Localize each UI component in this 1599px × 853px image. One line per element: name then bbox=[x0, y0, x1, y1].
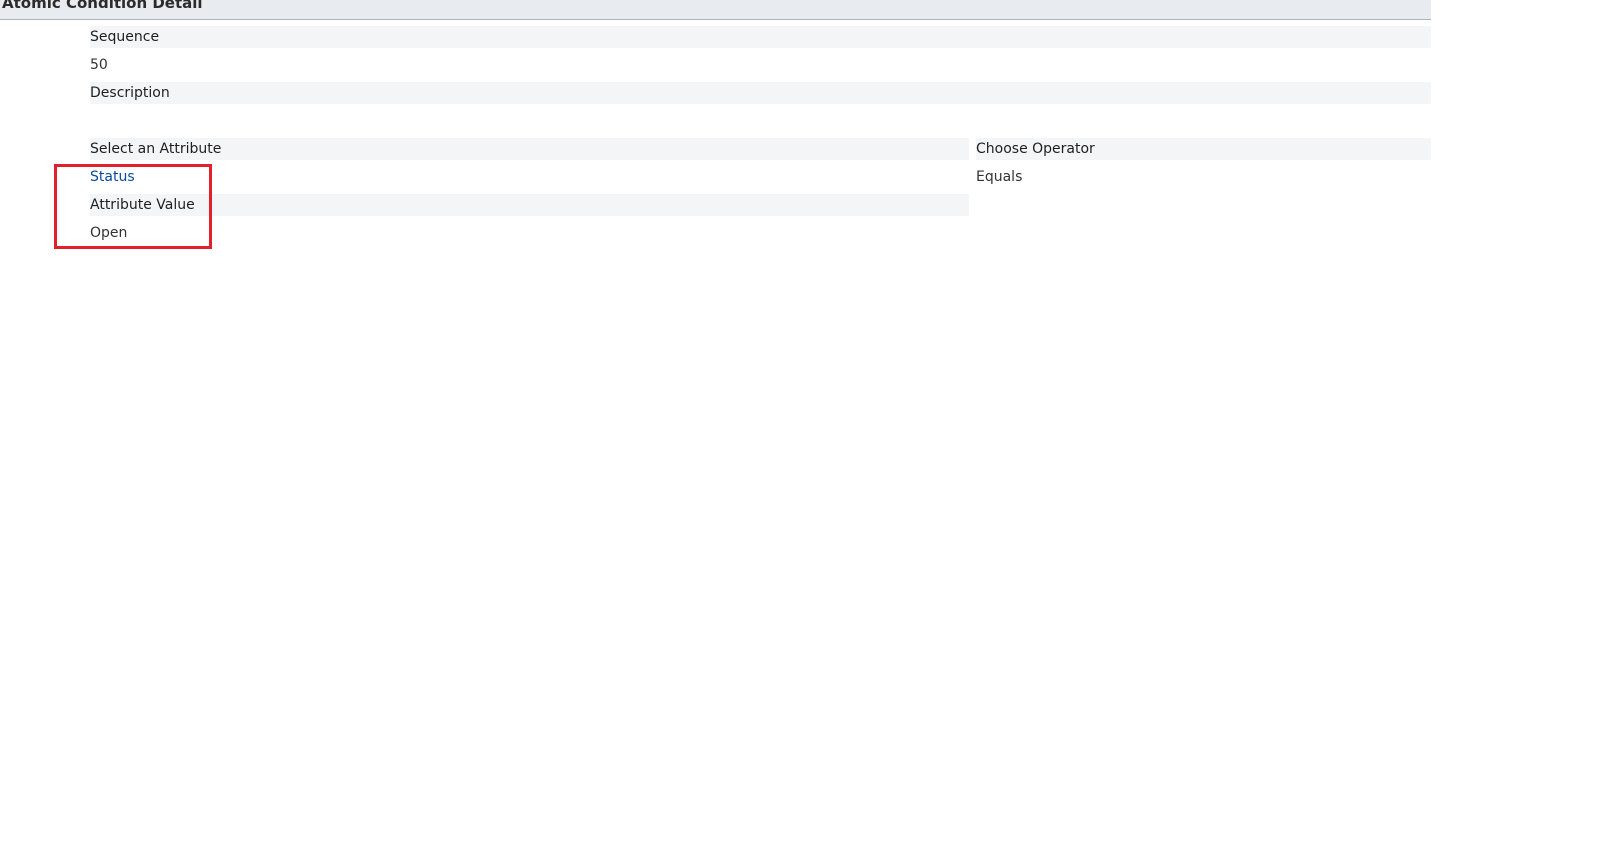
attribute-value-label-row bbox=[90, 194, 969, 216]
section-title: Atomic Condition Detail bbox=[2, 0, 203, 12]
attribute-link[interactable]: Status bbox=[90, 166, 135, 188]
description-label-row bbox=[90, 82, 1431, 104]
section-header: Atomic Condition Detail bbox=[0, 0, 1431, 20]
attribute-label-row bbox=[90, 138, 969, 160]
operator-value: Equals bbox=[976, 169, 1023, 185]
attribute-label: Select an Attribute bbox=[90, 141, 222, 157]
attribute-value-text: Open bbox=[90, 225, 128, 241]
attribute-value-label: Attribute Value bbox=[90, 197, 195, 213]
sequence-label: Sequence bbox=[90, 29, 160, 45]
sequence-label-row bbox=[90, 26, 1431, 48]
description-label: Description bbox=[90, 85, 170, 101]
operator-label: Choose Operator bbox=[976, 141, 1095, 157]
sequence-value: 50 bbox=[90, 57, 108, 73]
atomic-condition-page: Atomic Condition Detail Sequence 50 Desc… bbox=[0, 0, 1599, 853]
